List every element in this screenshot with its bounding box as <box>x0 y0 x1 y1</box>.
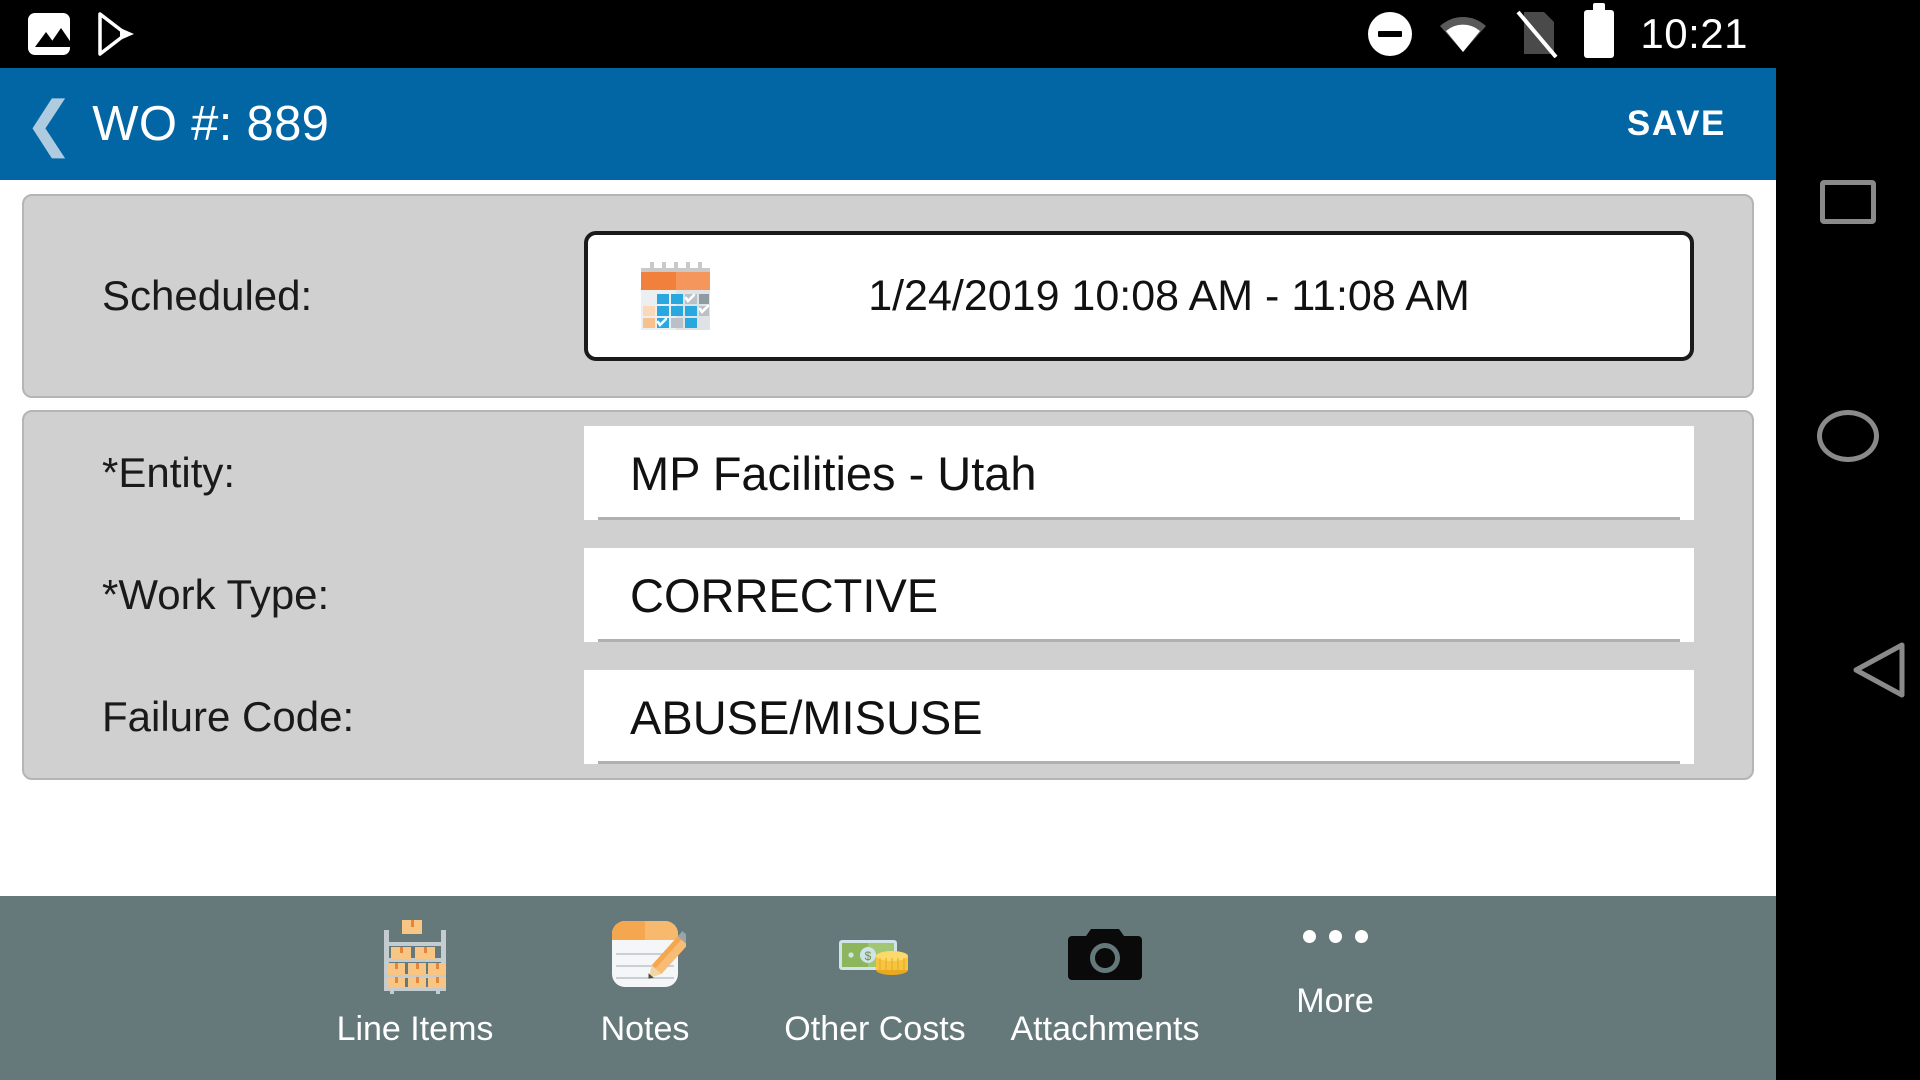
save-button[interactable]: SAVE <box>1627 104 1726 144</box>
scheduled-label: Scheduled: <box>102 272 313 319</box>
shelf-boxes-icon <box>374 914 456 996</box>
bottom-toolbar: Line Items Notes $ Other Costs Attachmen… <box>0 896 1776 1080</box>
failure-code-label: Failure Code: <box>102 693 355 740</box>
details-card: *Entity: MP Facilities - Utah *Work Type… <box>22 410 1754 780</box>
failure-code-input[interactable]: ABUSE/MISUSE <box>584 670 1694 764</box>
photo-icon <box>28 13 70 55</box>
toolbar-item-line-items[interactable]: Line Items <box>300 896 530 1049</box>
back-icon[interactable]: ❮ <box>10 94 88 154</box>
work-type-row: *Work Type: CORRECTIVE <box>24 534 1752 656</box>
work-type-value: CORRECTIVE <box>598 562 1680 642</box>
camera-icon <box>1064 914 1146 996</box>
toolbar-label-line-items: Line Items <box>336 1010 494 1048</box>
play-store-icon <box>94 11 140 57</box>
calendar-icon <box>633 254 718 339</box>
entity-row: *Entity: MP Facilities - Utah <box>24 412 1752 534</box>
no-sim-icon <box>1514 10 1558 59</box>
do-not-disturb-icon <box>1368 12 1413 56</box>
recent-apps-button[interactable] <box>1820 180 1876 224</box>
phone-screen: 10:21 ❮ WO #: 889 SAVE Scheduled: 1/24/2… <box>0 0 1776 1080</box>
entity-field-wrap: MP Facilities - Utah <box>584 426 1752 520</box>
work-type-field-wrap: CORRECTIVE <box>584 548 1752 642</box>
failure-code-field-wrap: ABUSE/MISUSE <box>584 670 1752 764</box>
status-bar-notifications <box>0 11 140 57</box>
scheduled-row: Scheduled: 1/24/2019 10:08 AM - 11:08 AM <box>24 196 1752 396</box>
work-type-label: *Work Type: <box>102 571 330 618</box>
failure-code-row: Failure Code: ABUSE/MISUSE <box>24 656 1752 778</box>
wifi-icon <box>1438 14 1488 54</box>
status-bar: 10:21 <box>0 0 1776 68</box>
entity-label: *Entity: <box>102 449 236 496</box>
toolbar-item-attachments[interactable]: Attachments <box>990 896 1220 1049</box>
toolbar-label-other-costs: Other Costs <box>784 1010 966 1048</box>
toolbar-label-more: More <box>1296 982 1374 1020</box>
scheduled-datetime-button[interactable]: 1/24/2019 10:08 AM - 11:08 AM <box>584 231 1694 361</box>
failure-code-value: ABUSE/MISUSE <box>598 684 1680 764</box>
android-nav-bar <box>1776 0 1920 1080</box>
toolbar-item-more[interactable]: More <box>1220 896 1450 1021</box>
entity-value: MP Facilities - Utah <box>598 440 1680 520</box>
app-bar: ❮ WO #: 889 SAVE <box>0 68 1776 180</box>
money-icon: $ <box>834 914 916 996</box>
home-button[interactable] <box>1817 410 1879 462</box>
toolbar-label-notes: Notes <box>600 1010 690 1048</box>
scheduled-field-wrap: 1/24/2019 10:08 AM - 11:08 AM <box>584 231 1752 361</box>
toolbar-label-attachments: Attachments <box>1010 1010 1200 1048</box>
page-title: WO #: 889 <box>92 97 330 151</box>
entity-input[interactable]: MP Facilities - Utah <box>584 426 1694 520</box>
scheduled-card: Scheduled: 1/24/2019 10:08 AM - 11:08 AM <box>22 194 1754 398</box>
toolbar-item-notes[interactable]: Notes <box>530 896 760 1049</box>
battery-full-icon <box>1584 3 1615 58</box>
status-bar-system-icons: 10:21 <box>1368 3 1776 59</box>
status-bar-clock: 10:21 <box>1640 10 1748 57</box>
notepad-pencil-icon <box>604 914 693 996</box>
toolbar-item-other-costs[interactable]: $ Other Costs <box>760 896 990 1049</box>
device-frame: 10:21 ❮ WO #: 889 SAVE Scheduled: 1/24/2… <box>0 0 1920 1080</box>
scheduled-value: 1/24/2019 10:08 AM - 11:08 AM <box>868 271 1470 320</box>
svg-text:$: $ <box>865 949 872 963</box>
ellipsis-icon <box>1302 926 1368 946</box>
work-type-input[interactable]: CORRECTIVE <box>584 548 1694 642</box>
